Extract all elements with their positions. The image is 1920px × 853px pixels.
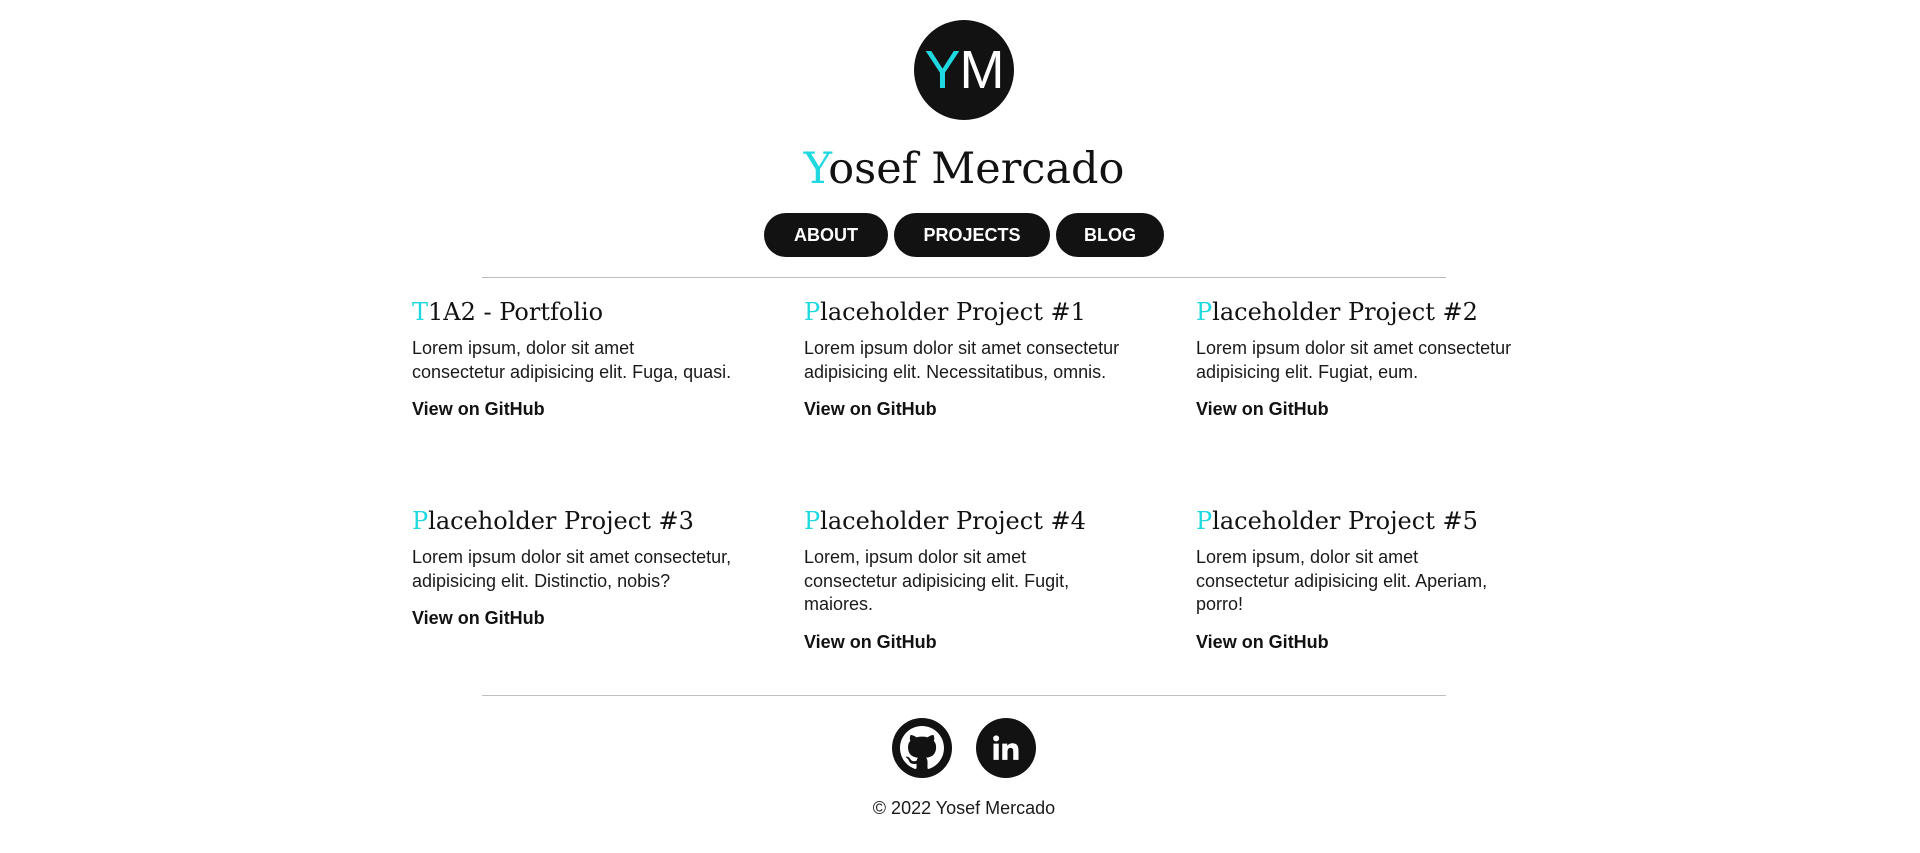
- nav-projects-button[interactable]: PROJECTS: [894, 213, 1050, 257]
- project-description: Lorem ipsum, dolor sit amet consectetur …: [412, 338, 732, 382]
- nav-blog-button[interactable]: BLOG: [1056, 213, 1164, 257]
- project-description: Lorem ipsum, dolor sit amet consectetur …: [1196, 547, 1488, 614]
- project-card: T1A2 - Portfolio Lorem ipsum, dolor sit …: [412, 296, 732, 505]
- github-icon[interactable]: [892, 718, 952, 778]
- project-title-accent: T: [412, 298, 429, 326]
- projects-grid: T1A2 - Portfolio Lorem ipsum, dolor sit …: [412, 296, 1532, 695]
- view-on-github-link[interactable]: View on GitHub: [412, 608, 545, 629]
- copyright-text: © 2022 Yosef Mercado: [872, 798, 1056, 818]
- project-description: Lorem ipsum dolor sit amet consectetur a…: [804, 338, 1120, 382]
- project-title: Placeholder Project #2: [1196, 296, 1516, 328]
- project-card: Placeholder Project #1 Lorem ipsum dolor…: [804, 296, 1124, 505]
- project-card: Placeholder Project #2 Lorem ipsum dolor…: [1196, 296, 1516, 505]
- social-links: [0, 718, 1920, 778]
- project-card: Placeholder Project #5 Lorem ipsum, dolo…: [1196, 505, 1516, 695]
- main-nav: ABOUT PROJECTS BLOG: [0, 213, 1920, 257]
- site-title-rest: osef Mercado: [828, 144, 1125, 194]
- project-title-rest: laceholder Project #5: [1212, 507, 1478, 535]
- project-card: Placeholder Project #3 Lorem ipsum dolor…: [412, 505, 732, 695]
- project-description: Lorem ipsum dolor sit amet consectetur a…: [1196, 338, 1512, 382]
- project-title-rest: 1A2 - Portfolio: [428, 298, 604, 326]
- site-title-accent: Y: [803, 144, 829, 194]
- project-title-rest: laceholder Project #4: [820, 507, 1086, 535]
- project-title-rest: laceholder Project #3: [428, 507, 694, 535]
- project-title: T1A2 - Portfolio: [412, 296, 732, 328]
- page: YM Yosef Mercado ABOUT PROJECTS BLOG T1A…: [0, 0, 1920, 853]
- project-title: Placeholder Project #3: [412, 505, 732, 537]
- project-description: Lorem, ipsum dolor sit amet consectetur …: [804, 547, 1070, 614]
- view-on-github-link[interactable]: View on GitHub: [804, 399, 937, 420]
- project-title-rest: laceholder Project #1: [820, 298, 1086, 326]
- project-title: Placeholder Project #4: [804, 505, 1124, 537]
- nav-about-button[interactable]: ABOUT: [764, 213, 888, 257]
- logo[interactable]: YM: [914, 20, 1014, 120]
- project-title-accent: P: [804, 507, 821, 535]
- view-on-github-link[interactable]: View on GitHub: [412, 399, 545, 420]
- top-divider: [482, 277, 1446, 278]
- project-title-accent: P: [804, 298, 821, 326]
- project-title: Placeholder Project #5: [1196, 505, 1516, 537]
- project-title: Placeholder Project #1: [804, 296, 1124, 328]
- view-on-github-link[interactable]: View on GitHub: [1196, 399, 1329, 420]
- logo-rest-letter: M: [959, 40, 1005, 100]
- project-card: Placeholder Project #4 Lorem, ipsum dolo…: [804, 505, 1124, 695]
- project-title-accent: P: [1196, 298, 1213, 326]
- logo-accent-letter: Y: [924, 40, 960, 100]
- project-description: Lorem ipsum dolor sit amet consectetur, …: [412, 547, 732, 591]
- project-title-accent: P: [1196, 507, 1213, 535]
- project-title-rest: laceholder Project #2: [1212, 298, 1478, 326]
- linkedin-icon[interactable]: [976, 718, 1036, 778]
- view-on-github-link[interactable]: View on GitHub: [1196, 632, 1329, 653]
- site-title: Yosef Mercado: [0, 142, 1920, 196]
- bottom-divider: [482, 695, 1446, 696]
- view-on-github-link[interactable]: View on GitHub: [804, 632, 937, 653]
- project-title-accent: P: [412, 507, 429, 535]
